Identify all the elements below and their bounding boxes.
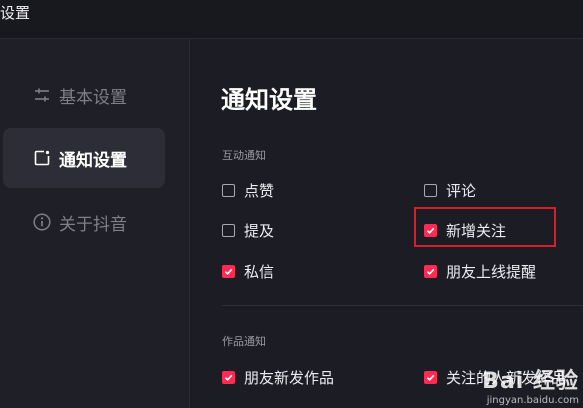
checkbox-checked[interactable] bbox=[222, 265, 235, 278]
check-icon bbox=[426, 227, 435, 234]
main-panel: 通知设置 互动通知 点赞 评论 提及 新增关注 私信 朋友上线提醒 作品通知 朋… bbox=[190, 39, 583, 408]
option-comment[interactable]: 评论 bbox=[424, 180, 476, 201]
check-icon bbox=[426, 268, 435, 275]
option-mention[interactable]: 提及 bbox=[222, 220, 274, 241]
check-icon bbox=[224, 374, 233, 381]
option-label: 点赞 bbox=[244, 182, 275, 200]
group-label-works: 作品通知 bbox=[222, 335, 266, 348]
option-new-follower[interactable]: 新增关注 bbox=[424, 220, 506, 241]
checkbox-checked[interactable] bbox=[222, 371, 235, 384]
option-friend-online[interactable]: 朋友上线提醒 bbox=[424, 261, 536, 282]
sidebar-item-basic-settings[interactable]: 基本设置 bbox=[3, 65, 165, 125]
watermark: Bai 经验 jingyan.baidu.com bbox=[482, 363, 579, 406]
sidebar-item-label: 关于抖音 bbox=[59, 214, 127, 235]
checkbox-checked[interactable] bbox=[424, 371, 437, 384]
sidebar-item-about[interactable]: 关于抖音 bbox=[3, 192, 165, 252]
check-icon bbox=[224, 268, 233, 275]
option-friend-new-work[interactable]: 朋友新发作品 bbox=[222, 367, 334, 388]
sliders-icon bbox=[33, 86, 51, 104]
option-label: 评论 bbox=[446, 182, 477, 200]
group-label-interaction: 互动通知 bbox=[222, 149, 266, 162]
checkbox-unchecked[interactable] bbox=[222, 224, 235, 237]
option-label: 私信 bbox=[244, 263, 275, 281]
option-direct-message[interactable]: 私信 bbox=[222, 261, 274, 282]
title-bar: 设置 bbox=[0, 0, 583, 39]
divider bbox=[222, 305, 583, 306]
option-label: 朋友上线提醒 bbox=[446, 263, 537, 281]
checkbox-checked[interactable] bbox=[424, 265, 437, 278]
option-label: 提及 bbox=[244, 222, 275, 240]
notification-icon bbox=[33, 149, 51, 167]
option-label: 朋友新发作品 bbox=[244, 369, 335, 387]
sidebar-item-notification-settings[interactable]: 通知设置 bbox=[3, 128, 165, 188]
sidebar: 基本设置 通知设置 关于抖音 bbox=[0, 39, 190, 408]
sidebar-item-label: 基本设置 bbox=[59, 87, 127, 108]
option-label: 新增关注 bbox=[446, 222, 507, 240]
checkbox-unchecked[interactable] bbox=[222, 184, 235, 197]
info-icon bbox=[33, 213, 51, 231]
page-title: 通知设置 bbox=[221, 86, 317, 114]
watermark-logo: Bai 经验 bbox=[482, 369, 579, 394]
checkbox-checked[interactable] bbox=[424, 224, 437, 237]
option-like[interactable]: 点赞 bbox=[222, 180, 274, 201]
sidebar-item-label: 通知设置 bbox=[59, 150, 127, 171]
checkbox-unchecked[interactable] bbox=[424, 184, 437, 197]
window-title: 设置 bbox=[0, 4, 31, 22]
check-icon bbox=[426, 374, 435, 381]
watermark-url: jingyan.baidu.com bbox=[486, 395, 579, 406]
